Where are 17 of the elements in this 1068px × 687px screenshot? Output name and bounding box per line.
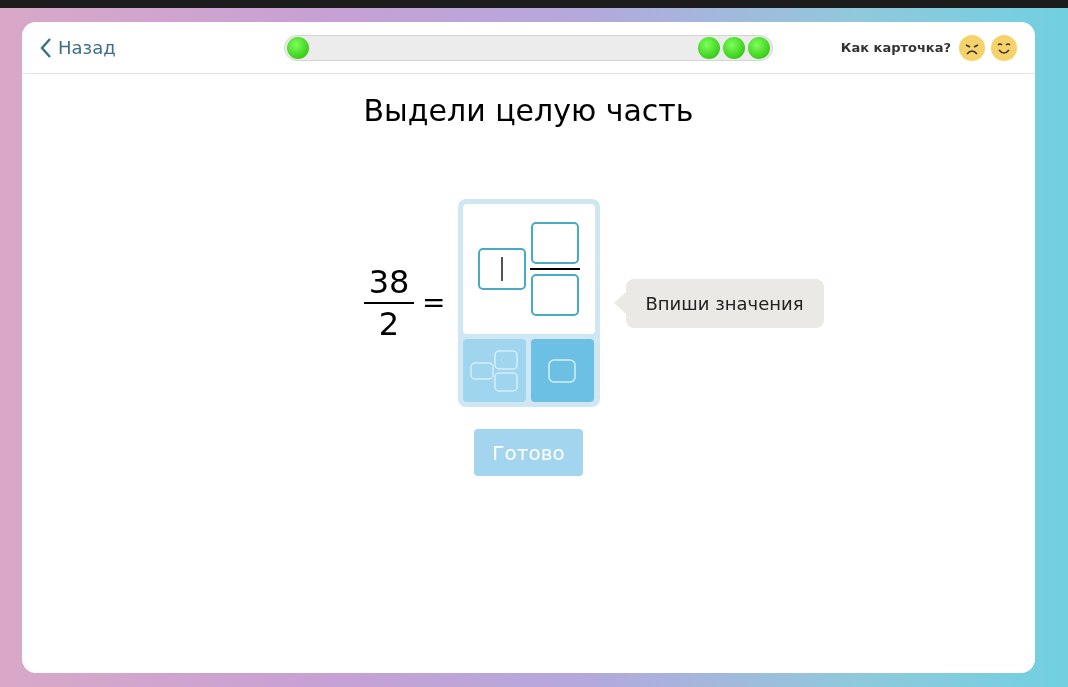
back-chevron-icon [40,36,52,59]
text-caret [500,257,503,281]
mode-button[interactable] [530,339,594,402]
tooltip-pointer-icon [613,292,626,314]
whole-input-field[interactable] [477,248,526,290]
integer-box-icon [548,358,576,383]
equals-sign: = [422,285,446,321]
denominator-input-field[interactable] [530,274,579,316]
back-link[interactable]: Назад [40,34,116,61]
denominator: 2 [378,304,400,344]
hint-tooltip: Впиши значения [625,278,824,328]
happy-face-icon[interactable] [991,34,1017,61]
sad-face-icon[interactable] [959,34,985,61]
rating-prompt: Как карточка? [840,38,951,57]
numerator-input-field[interactable] [530,222,579,264]
task-title: Выдели целую часть [362,92,695,130]
numerator: 38 [367,262,411,302]
